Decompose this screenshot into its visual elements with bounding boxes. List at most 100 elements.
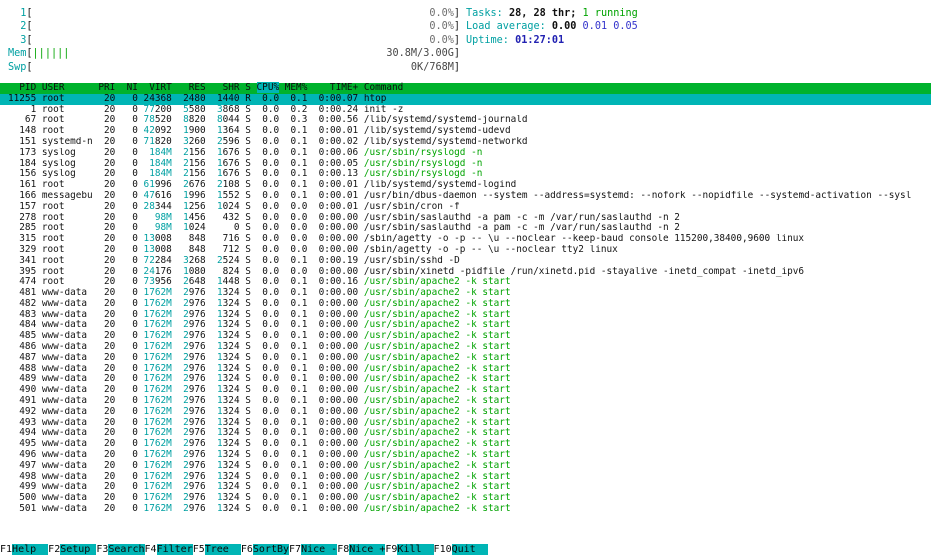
process-row[interactable]: 499 www-data 20 0 1762M 2976 1324 S 0.0 … — [0, 482, 931, 493]
process-row[interactable]: 496 www-data 20 0 1762M 2976 1324 S 0.0 … — [0, 450, 931, 461]
process-user: messagebu — [42, 191, 93, 201]
column-header-shr[interactable]: SHR — [211, 82, 239, 93]
process-memval: 1024 — [211, 202, 239, 212]
fkey-f10-quit[interactable]: F10Quit — [434, 544, 488, 556]
process-time: 0:00.02 — [313, 137, 358, 147]
process-time: 0:00.00 — [313, 374, 358, 384]
process-row[interactable]: 498 www-data 20 0 1762M 2976 1324 S 0.0 … — [0, 472, 931, 483]
process-row[interactable]: 67 root 20 0 78520 8820 8044 S 0.0 0.3 0… — [0, 115, 931, 126]
process-row[interactable]: 278 root 20 0 98M 1456 432 S 0.0 0.0 0:0… — [0, 213, 931, 224]
process-user: www-data — [42, 374, 93, 384]
fkey-f4-filter[interactable]: F4Filter — [145, 544, 193, 556]
process-row[interactable]: 500 www-data 20 0 1762M 2976 1324 S 0.0 … — [0, 493, 931, 504]
process-nice: 0 — [121, 126, 138, 136]
process-pid: 1 — [8, 105, 36, 115]
process-memval: 2976 — [177, 331, 205, 341]
process-row[interactable]: 161 root 20 0 61996 2676 2108 S 0.0 0.1 … — [0, 180, 931, 191]
fkey-f5-tree[interactable]: F5Tree — [193, 544, 241, 556]
process-row[interactable]: 157 root 20 0 28344 1256 1024 S 0.0 0.0 … — [0, 202, 931, 213]
process-row[interactable]: 488 www-data 20 0 1762M 2976 1324 S 0.0 … — [0, 364, 931, 375]
process-row[interactable]: 184 syslog 20 0 184M 2156 1676 S 0.0 0.1… — [0, 159, 931, 170]
process-row[interactable]: 483 www-data 20 0 1762M 2976 1324 S 0.0 … — [0, 310, 931, 321]
process-row[interactable]: 485 www-data 20 0 1762M 2976 1324 S 0.0 … — [0, 331, 931, 342]
process-mem-pct: 0.1 — [285, 310, 308, 320]
process-row[interactable]: 486 www-data 20 0 1762M 2976 1324 S 0.0 … — [0, 342, 931, 353]
process-row[interactable]: 329 root 20 0 13008 848 712 S 0.0 0.0 0:… — [0, 245, 931, 256]
column-header-ni[interactable]: NI — [121, 82, 138, 93]
process-mem-pct: 0.1 — [285, 94, 308, 104]
process-mem-pct: 0.0 — [285, 234, 308, 244]
process-memval: 1762M — [144, 299, 172, 309]
process-row[interactable]: 491 www-data 20 0 1762M 2976 1324 S 0.0 … — [0, 396, 931, 407]
process-state: S — [245, 169, 251, 179]
cpu-3-meter-bar: 0.0% — [33, 34, 454, 47]
fkey-f1-help[interactable]: F1Help — [0, 544, 48, 556]
process-time: 0:00.05 — [313, 159, 358, 169]
column-header-user[interactable]: USER — [42, 82, 93, 93]
process-cpu-pct: 0.0 — [257, 202, 280, 212]
process-command: htop — [364, 94, 387, 104]
column-header-virt[interactable]: VIRT — [144, 82, 172, 93]
process-cpu-pct: 0.0 — [257, 234, 280, 244]
process-row[interactable]: 484 www-data 20 0 1762M 2976 1324 S 0.0 … — [0, 320, 931, 331]
process-memval: 2976 — [177, 407, 205, 417]
process-row[interactable]: 494 www-data 20 0 1762M 2976 1324 S 0.0 … — [0, 428, 931, 439]
process-memval: 1762M — [144, 504, 172, 514]
mem-meter-value: 30.8M/3.00G — [386, 47, 453, 60]
process-row[interactable]: 474 root 20 0 73956 2648 1448 S 0.0 0.1 … — [0, 277, 931, 288]
process-row[interactable]: 489 www-data 20 0 1762M 2976 1324 S 0.0 … — [0, 374, 931, 385]
process-command: /usr/sbin/apache2 -k start — [364, 299, 511, 309]
process-row[interactable]: 166 messagebu 20 0 47616 1996 1552 S 0.0… — [0, 191, 931, 202]
process-user: www-data — [42, 472, 93, 482]
fkey-f7-nice[interactable]: F7Nice - — [289, 544, 337, 556]
column-header-pid[interactable]: PID — [8, 82, 36, 93]
process-row[interactable]: 1 root 20 0 77200 5580 3868 S 0.0 0.2 0:… — [0, 105, 931, 116]
fkey-f6-sortby[interactable]: F6SortBy — [241, 544, 289, 556]
process-row[interactable]: 151 systemd-n 20 0 71820 3260 2596 S 0.0… — [0, 137, 931, 148]
fkey-f2-setup[interactable]: F2Setup — [48, 544, 96, 556]
process-state: S — [245, 159, 251, 169]
fkey-f9-kill[interactable]: F9Kill — [385, 544, 433, 556]
column-header-s[interactable]: S — [245, 82, 251, 93]
process-row[interactable]: 285 root 20 0 98M 1024 0 S 0.0 0.0 0:00.… — [0, 223, 931, 234]
process-row[interactable]: 490 www-data 20 0 1762M 2976 1324 S 0.0 … — [0, 385, 931, 396]
process-mem-pct: 0.0 — [285, 223, 308, 233]
fkey-f3-search[interactable]: F3Search — [96, 544, 144, 556]
column-header-res[interactable]: RES — [177, 82, 205, 93]
process-nice: 0 — [121, 385, 138, 395]
process-row[interactable]: 481 www-data 20 0 1762M 2976 1324 S 0.0 … — [0, 288, 931, 299]
process-row[interactable]: 482 www-data 20 0 1762M 2976 1324 S 0.0 … — [0, 299, 931, 310]
column-header-command[interactable]: Command — [364, 82, 404, 93]
process-mem-pct: 0.1 — [285, 299, 308, 309]
process-user: root — [42, 234, 93, 244]
process-command: /usr/sbin/apache2 -k start — [364, 310, 511, 320]
process-row[interactable]: 148 root 20 0 42092 1900 1364 S 0.0 0.1 … — [0, 126, 931, 137]
process-state: S — [245, 277, 251, 287]
column-header-cpu[interactable]: CPU% — [257, 82, 280, 93]
process-time: 0:00.00 — [313, 472, 358, 482]
process-row[interactable]: 487 www-data 20 0 1762M 2976 1324 S 0.0 … — [0, 353, 931, 364]
column-header-time[interactable]: TIME+ — [313, 82, 358, 93]
load-average-line: Load average: 0.00 0.01 0.05 — [466, 20, 638, 33]
column-header-pri[interactable]: PRI — [98, 82, 115, 93]
cpu-1-meter-bar: 0.0% — [33, 7, 454, 20]
process-row[interactable]: 492 www-data 20 0 1762M 2976 1324 S 0.0 … — [0, 407, 931, 418]
process-row[interactable]: 341 root 20 0 72284 3268 2524 S 0.0 0.1 … — [0, 256, 931, 267]
process-row[interactable]: 173 syslog 20 0 184M 2156 1676 S 0.0 0.1… — [0, 148, 931, 159]
process-row[interactable]: 156 syslog 20 0 184M 2156 1676 S 0.0 0.1… — [0, 169, 931, 180]
process-cpu-pct: 0.0 — [257, 428, 280, 438]
process-row[interactable]: 497 www-data 20 0 1762M 2976 1324 S 0.0 … — [0, 461, 931, 472]
column-header-mem[interactable]: MEM% — [285, 82, 308, 93]
process-row[interactable]: 395 root 20 0 24176 1080 824 S 0.0 0.0 0… — [0, 267, 931, 278]
process-row[interactable]: 495 www-data 20 0 1762M 2976 1324 S 0.0 … — [0, 439, 931, 450]
process-state: S — [245, 331, 251, 341]
process-row[interactable]: 315 root 20 0 13008 848 716 S 0.0 0.0 0:… — [0, 234, 931, 245]
process-nice: 0 — [121, 223, 138, 233]
process-row[interactable]: 11255 root 20 0 24368 2480 1440 R 0.0 0.… — [0, 94, 931, 105]
process-command: /usr/sbin/apache2 -k start — [364, 331, 511, 341]
process-row[interactable]: 493 www-data 20 0 1762M 2976 1324 S 0.0 … — [0, 418, 931, 429]
process-row[interactable]: 501 www-data 20 0 1762M 2976 1324 S 0.0 … — [0, 504, 931, 515]
process-nice: 0 — [121, 472, 138, 482]
process-memval: 1324 — [211, 472, 239, 482]
fkey-f8-nice[interactable]: F8Nice + — [337, 544, 385, 556]
